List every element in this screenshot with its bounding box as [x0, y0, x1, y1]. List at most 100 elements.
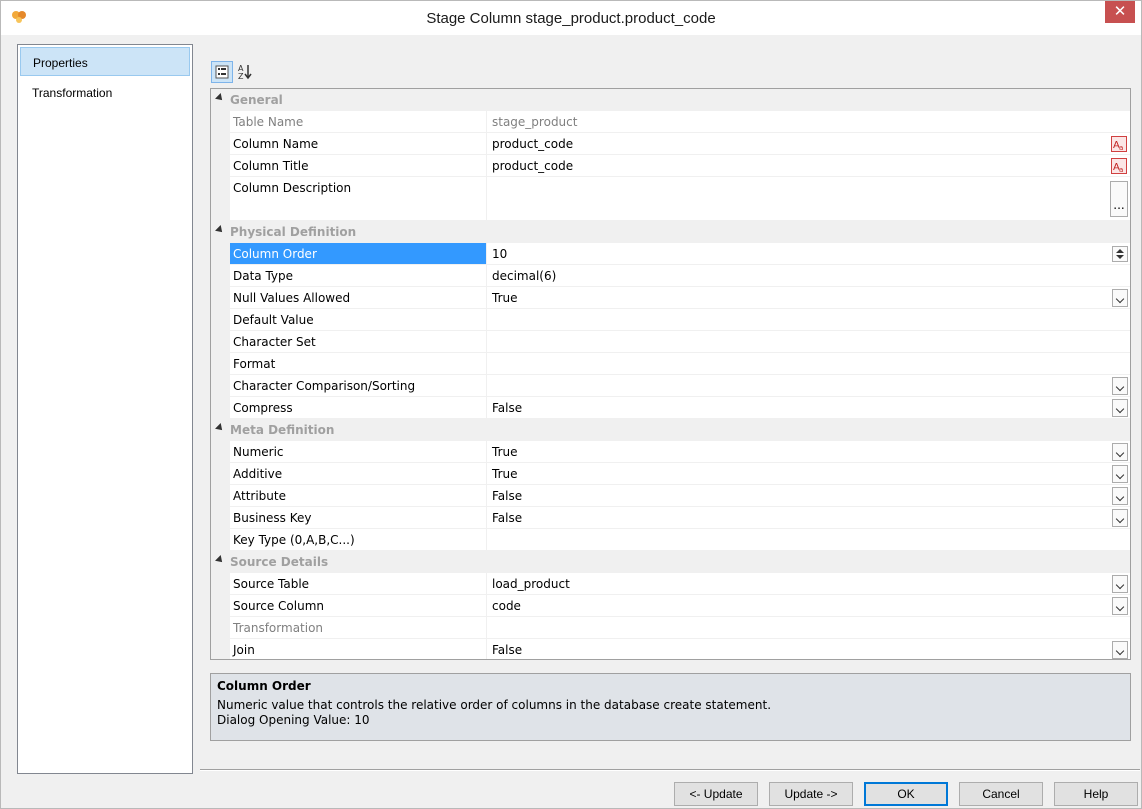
property-name: Default Value: [230, 309, 487, 331]
property-value[interactable]: False: [487, 507, 1130, 529]
dropdown-chevron-icon[interactable]: [1112, 399, 1128, 417]
sort-az-icon: A Z: [238, 64, 252, 81]
property-row-table-name[interactable]: Table Name stage_product: [211, 111, 1130, 133]
alphabetical-view-button[interactable]: A Z: [235, 61, 257, 83]
property-value[interactable]: product_code A a: [487, 155, 1130, 177]
property-value[interactable]: False: [487, 639, 1130, 659]
property-value-text: product_code: [492, 137, 574, 151]
row-gutter: [211, 485, 230, 507]
property-name: Table Name: [230, 111, 487, 133]
property-value[interactable]: False: [487, 397, 1130, 419]
category-physical-definition[interactable]: Physical Definition: [211, 221, 1130, 243]
property-value[interactable]: 10: [487, 243, 1130, 265]
row-gutter: [211, 617, 230, 639]
property-row-source-column[interactable]: Source Column code: [211, 595, 1130, 617]
nav-item-transformation[interactable]: Transformation: [20, 78, 190, 107]
property-value[interactable]: load_product: [487, 573, 1130, 595]
collapse-triangle-icon[interactable]: [215, 225, 225, 235]
property-value[interactable]: [487, 331, 1130, 353]
property-row-join[interactable]: Join False: [211, 639, 1130, 659]
property-value[interactable]: code: [487, 595, 1130, 617]
dropdown-chevron-icon[interactable]: [1112, 641, 1128, 659]
property-row-attribute[interactable]: Attribute False: [211, 485, 1130, 507]
collapse-triangle-icon[interactable]: [215, 93, 225, 103]
property-row-data-type[interactable]: Data Type decimal(6): [211, 265, 1130, 287]
property-row-null-values-allowed[interactable]: Null Values Allowed True: [211, 287, 1130, 309]
property-value[interactable]: True: [487, 287, 1130, 309]
dropdown-chevron-icon[interactable]: [1112, 377, 1128, 395]
update-next-button[interactable]: Update ->: [769, 782, 853, 806]
property-value[interactable]: product_code A a: [487, 133, 1130, 155]
help-button[interactable]: Help: [1054, 782, 1138, 806]
dropdown-chevron-icon[interactable]: [1112, 289, 1128, 307]
dropdown-chevron-icon[interactable]: [1112, 465, 1128, 483]
property-row-business-key[interactable]: Business Key False: [211, 507, 1130, 529]
row-gutter: [211, 155, 230, 177]
spin-down-icon[interactable]: [1116, 255, 1124, 259]
divider: [200, 769, 1140, 771]
spinner-button[interactable]: [1112, 246, 1128, 262]
row-gutter: [211, 309, 230, 331]
property-row-default-value[interactable]: Default Value: [211, 309, 1130, 331]
dropdown-chevron-icon[interactable]: [1112, 487, 1128, 505]
property-row-column-order[interactable]: Column Order 10: [211, 243, 1130, 265]
property-row-source-table[interactable]: Source Table load_product: [211, 573, 1130, 595]
category-source-details[interactable]: Source Details: [211, 551, 1130, 573]
property-value[interactable]: True: [487, 463, 1130, 485]
property-grid[interactable]: General Table Name stage_product Column …: [210, 88, 1131, 660]
font-icon[interactable]: A a: [1111, 136, 1127, 152]
property-value[interactable]: [487, 529, 1130, 551]
property-value[interactable]: [487, 375, 1130, 397]
property-value-text: False: [492, 511, 523, 525]
row-gutter: [211, 177, 230, 221]
property-row-numeric[interactable]: Numeric True: [211, 441, 1130, 463]
collapse-triangle-icon[interactable]: [215, 423, 225, 433]
spin-up-icon[interactable]: [1116, 249, 1124, 253]
property-row-column-title[interactable]: Column Title product_code A a: [211, 155, 1130, 177]
property-row-compress[interactable]: Compress False: [211, 397, 1130, 419]
nav-item-properties[interactable]: Properties: [20, 47, 190, 76]
property-name: Character Set: [230, 331, 487, 353]
property-row-character-comparison[interactable]: Character Comparison/Sorting: [211, 375, 1130, 397]
property-value[interactable]: [487, 309, 1130, 331]
property-row-key-type[interactable]: Key Type (0,A,B,C...): [211, 529, 1130, 551]
property-value[interactable]: [487, 353, 1130, 375]
property-value-text: True: [492, 445, 518, 459]
property-row-transformation[interactable]: Transformation: [211, 617, 1130, 639]
property-name: Column Title: [230, 155, 487, 177]
row-gutter: [211, 353, 230, 375]
category-meta-definition[interactable]: Meta Definition: [211, 419, 1130, 441]
update-previous-button[interactable]: <- Update: [674, 782, 758, 806]
category-label: Physical Definition: [230, 225, 357, 239]
property-value: [487, 617, 1130, 639]
row-gutter: [211, 507, 230, 529]
property-value[interactable]: decimal(6): [487, 265, 1130, 287]
property-row-character-set[interactable]: Character Set: [211, 331, 1130, 353]
dropdown-chevron-icon[interactable]: [1112, 597, 1128, 615]
property-row-additive[interactable]: Additive True: [211, 463, 1130, 485]
close-button[interactable]: ✕: [1105, 1, 1135, 23]
property-value-text: True: [492, 467, 518, 481]
ellipsis-button[interactable]: ...: [1110, 181, 1128, 217]
property-value[interactable]: True: [487, 441, 1130, 463]
property-value-text: True: [492, 291, 518, 305]
row-gutter: [211, 595, 230, 617]
property-value[interactable]: ...: [487, 177, 1130, 221]
property-row-column-name[interactable]: Column Name product_code A a: [211, 133, 1130, 155]
property-value[interactable]: False: [487, 485, 1130, 507]
dropdown-chevron-icon[interactable]: [1112, 509, 1128, 527]
dropdown-chevron-icon[interactable]: [1112, 443, 1128, 461]
property-name: Attribute: [230, 485, 487, 507]
cancel-button[interactable]: Cancel: [959, 782, 1043, 806]
category-general[interactable]: General: [211, 89, 1130, 111]
property-name: Null Values Allowed: [230, 287, 487, 309]
property-row-format[interactable]: Format: [211, 353, 1130, 375]
property-row-column-description[interactable]: Column Description ...: [211, 177, 1130, 221]
font-icon[interactable]: A a: [1111, 158, 1127, 174]
property-name: Data Type: [230, 265, 487, 287]
collapse-triangle-icon[interactable]: [215, 555, 225, 565]
category-label: Meta Definition: [230, 423, 335, 437]
dropdown-chevron-icon[interactable]: [1112, 575, 1128, 593]
ok-button[interactable]: OK: [864, 782, 948, 806]
categorized-view-button[interactable]: [211, 61, 233, 83]
